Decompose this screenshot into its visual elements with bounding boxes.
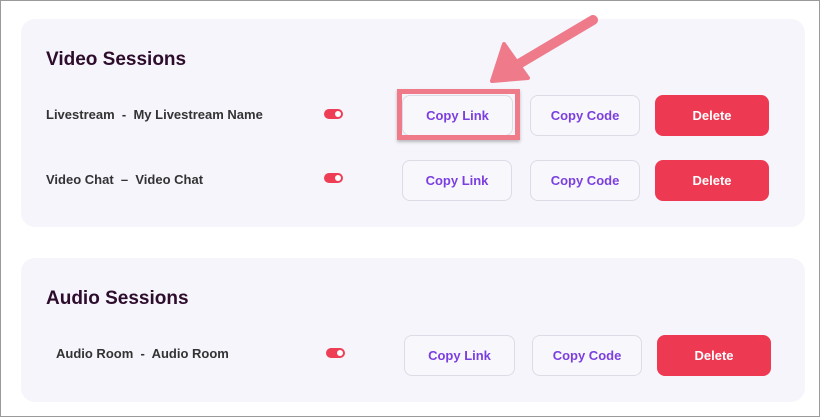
session-type: Audio Room xyxy=(56,346,134,361)
video-chat-toggle-icon[interactable] xyxy=(324,173,343,183)
audio-room-delete-button[interactable]: Delete xyxy=(657,335,771,376)
audio-sessions-card xyxy=(21,258,805,402)
audio-room-toggle-icon[interactable] xyxy=(326,348,345,358)
session-name: My Livestream Name xyxy=(133,107,263,122)
toggle-knob xyxy=(335,111,341,117)
video-chat-row-label: Video Chat – Video Chat xyxy=(46,172,203,187)
separator: - xyxy=(140,346,145,361)
separator: - xyxy=(121,107,127,122)
separator: – xyxy=(120,172,129,187)
session-type: Video Chat xyxy=(46,172,114,187)
audio-room-copy-code-button[interactable]: Copy Code xyxy=(532,335,642,376)
session-name: Audio Room xyxy=(151,346,229,361)
toggle-knob xyxy=(335,175,341,181)
livestream-row-label: Livestream - My Livestream Name xyxy=(46,107,263,122)
video-chat-delete-button[interactable]: Delete xyxy=(655,160,769,201)
audio-room-row-label: Audio Room - Audio Room xyxy=(56,346,229,361)
livestream-copy-link-button[interactable]: Copy Link xyxy=(402,95,513,136)
livestream-copy-code-button[interactable]: Copy Code xyxy=(530,95,640,136)
livestream-toggle-icon[interactable] xyxy=(324,109,343,119)
session-type: Livestream xyxy=(46,107,115,122)
livestream-delete-button[interactable]: Delete xyxy=(655,95,769,136)
audio-room-copy-link-button[interactable]: Copy Link xyxy=(404,335,515,376)
video-chat-copy-link-button[interactable]: Copy Link xyxy=(402,160,512,201)
toggle-knob xyxy=(337,350,343,356)
audio-sessions-title: Audio Sessions xyxy=(46,288,189,309)
video-chat-copy-code-button[interactable]: Copy Code xyxy=(530,160,640,201)
video-sessions-title: Video Sessions xyxy=(46,49,187,70)
session-name: Video Chat xyxy=(135,172,204,187)
